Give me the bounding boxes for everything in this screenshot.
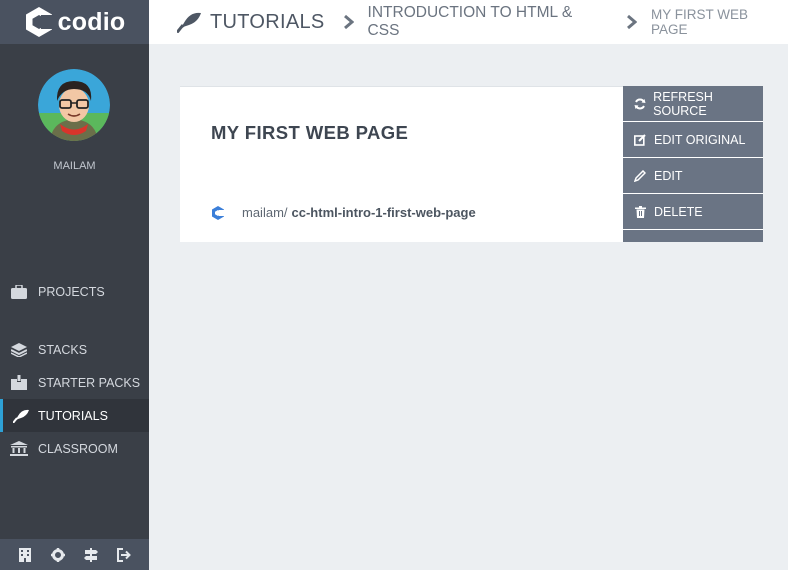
box-icon (0, 375, 38, 390)
pencil-icon (633, 169, 647, 183)
breadcrumb-parent[interactable]: INTRODUCTION TO HTML & CSS (368, 4, 608, 40)
building-icon[interactable] (13, 543, 37, 567)
breadcrumb-tutorials[interactable]: TUTORIALS (210, 11, 325, 34)
edit-original-label: EDIT ORIGINAL (654, 132, 746, 147)
action-menu: REFRESH SOURCE EDIT ORIGINAL EDIT DELETE (623, 86, 763, 242)
signpost-icon[interactable] (79, 543, 103, 567)
sidebar-item-label: PROJECTS (38, 284, 105, 299)
chevron-right-icon (626, 14, 637, 30)
codio-logo-icon (212, 205, 225, 220)
refresh-source-label: REFRESH SOURCE (653, 89, 713, 118)
sidebar-item-label: TUTORIALS (38, 408, 108, 423)
repo-path: mailam/ cc-html-intro-1-first-web-page (211, 205, 476, 220)
sidebar-item-starter-packs[interactable]: STARTER PACKS (0, 366, 149, 399)
brand-name: codio (57, 7, 126, 36)
external-edit-icon (633, 133, 647, 147)
sidebar: codio MAILAM PROJECTS STACKS STARTER PAC… (0, 0, 149, 570)
action-menu-more[interactable] (623, 230, 763, 242)
tutorial-icon (3, 409, 38, 423)
breadcrumb-current: MY FIRST WEB PAGE (650, 7, 748, 37)
username: MAILAM (53, 160, 96, 172)
avatar[interactable] (38, 69, 110, 141)
tutorial-icon (177, 10, 203, 34)
chevron-right-icon (343, 14, 354, 30)
sidebar-footer (0, 539, 149, 570)
refresh-source-button[interactable]: REFRESH SOURCE (623, 86, 763, 121)
sidebar-item-label: STACKS (38, 342, 88, 357)
tutorial-title: MY FIRST WEB PAGE (211, 122, 409, 143)
repo-owner: mailam/ (242, 205, 288, 220)
delete-button[interactable]: DELETE (623, 194, 763, 229)
sidebar-item-stacks[interactable]: STACKS (0, 333, 149, 366)
briefcase-icon (0, 284, 38, 299)
trash-icon (633, 205, 647, 219)
codio-logo-icon (25, 7, 54, 37)
logo[interactable]: codio (0, 0, 149, 44)
breadcrumb: TUTORIALS INTRODUCTION TO HTML & CSS MY … (149, 0, 788, 44)
sidebar-item-label: CLASSROOM (38, 441, 118, 456)
sidebar-item-projects[interactable]: PROJECTS (0, 275, 149, 308)
sidebar-item-tutorials[interactable]: TUTORIALS (0, 399, 149, 432)
layers-icon (0, 342, 38, 357)
delete-label: DELETE (654, 204, 703, 219)
edit-original-button[interactable]: EDIT ORIGINAL (623, 122, 763, 157)
refresh-icon (633, 97, 646, 111)
avatar-image (38, 69, 110, 141)
repo-name[interactable]: cc-html-intro-1-first-web-page (292, 205, 476, 220)
edit-label: EDIT (654, 168, 683, 183)
gear-icon[interactable] (46, 543, 70, 567)
logout-icon[interactable] (112, 543, 136, 567)
classroom-icon (0, 441, 38, 456)
sidebar-item-classroom[interactable]: CLASSROOM (0, 432, 149, 465)
edit-button[interactable]: EDIT (623, 158, 763, 193)
sidebar-item-label: STARTER PACKS (38, 375, 141, 390)
